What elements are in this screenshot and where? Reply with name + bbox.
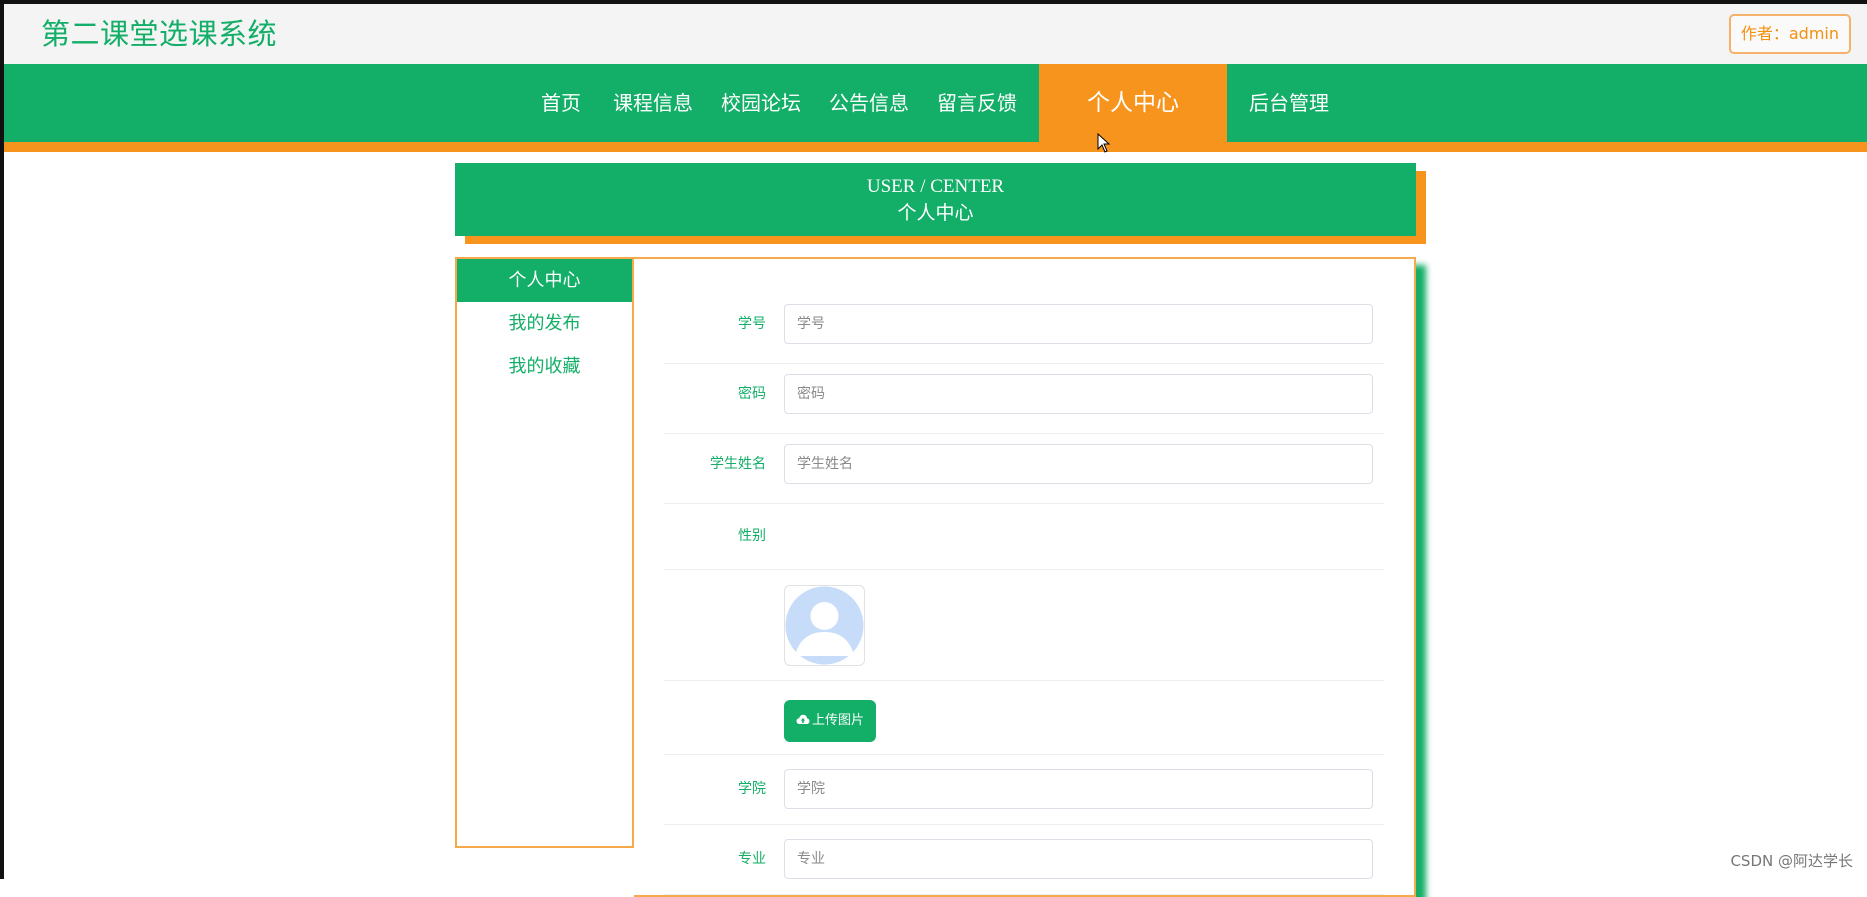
form-row-student-name: 学生姓名 bbox=[664, 433, 1384, 504]
main-navbar: 首页 课程信息 校园论坛 公告信息 留言反馈 个人中心 后台管理 bbox=[4, 64, 1867, 142]
site-title: 第二课堂选课系统 bbox=[41, 17, 278, 51]
mouse-cursor-icon bbox=[1097, 133, 1111, 153]
avatar-preview[interactable] bbox=[784, 585, 865, 666]
form-row-password: 密码 bbox=[664, 363, 1384, 434]
student-id-label: 学号 bbox=[738, 316, 766, 332]
major-label: 专业 bbox=[738, 851, 766, 867]
side-item-my-posts[interactable]: 我的发布 bbox=[457, 302, 632, 345]
author-badge[interactable]: 作者：admin bbox=[1728, 14, 1851, 54]
nav-item-course-info[interactable]: 课程信息 bbox=[613, 64, 693, 142]
top-header: 第二课堂选课系统 作者：admin bbox=[4, 4, 1867, 64]
user-avatar-placeholder-icon bbox=[785, 586, 864, 665]
student-id-input[interactable] bbox=[784, 304, 1373, 344]
nav-item-announcements[interactable]: 公告信息 bbox=[829, 64, 909, 142]
gender-label: 性别 bbox=[738, 528, 766, 544]
college-input[interactable] bbox=[784, 769, 1373, 809]
form-row-avatar bbox=[664, 569, 1384, 681]
side-menu: 个人中心 我的发布 我的收藏 bbox=[455, 257, 634, 848]
nav-underline bbox=[4, 142, 1867, 152]
password-label: 密码 bbox=[738, 386, 766, 402]
form-row-student-id: 学号 bbox=[664, 293, 1384, 364]
page-title-en: USER / CENTER bbox=[866, 176, 1005, 197]
upload-image-button[interactable]: 上传图片 bbox=[784, 700, 876, 742]
nav-item-admin[interactable]: 后台管理 bbox=[1249, 64, 1329, 142]
csdn-watermark: CSDN @阿达学长 bbox=[1730, 852, 1853, 870]
nav-item-home[interactable]: 首页 bbox=[541, 64, 581, 142]
cloud-upload-icon bbox=[796, 714, 810, 724]
form-row-gender: 性别 bbox=[664, 503, 1384, 570]
side-item-my-favorites[interactable]: 我的收藏 bbox=[457, 345, 632, 388]
form-row-upload: 上传图片 bbox=[664, 680, 1384, 755]
page-title-banner: USER / CENTER 个人中心 bbox=[455, 163, 1416, 236]
nav-item-campus-forum[interactable]: 校园论坛 bbox=[721, 64, 801, 142]
form-row-major: 专业 bbox=[664, 824, 1384, 895]
student-name-input[interactable] bbox=[784, 444, 1373, 484]
nav-item-feedback[interactable]: 留言反馈 bbox=[937, 64, 1017, 142]
profile-form-panel: 学号 密码 学生姓名 性别 上传图片 学院 bbox=[634, 257, 1416, 897]
nav-item-user-center[interactable]: 个人中心 bbox=[1039, 64, 1227, 142]
side-item-user-center[interactable]: 个人中心 bbox=[457, 259, 632, 302]
college-label: 学院 bbox=[738, 781, 766, 797]
password-input[interactable] bbox=[784, 374, 1373, 414]
student-name-label: 学生姓名 bbox=[710, 456, 766, 472]
major-input[interactable] bbox=[784, 839, 1373, 879]
form-row-college: 学院 bbox=[664, 754, 1384, 825]
upload-image-label: 上传图片 bbox=[811, 713, 864, 728]
page-title-zh: 个人中心 bbox=[897, 202, 974, 224]
